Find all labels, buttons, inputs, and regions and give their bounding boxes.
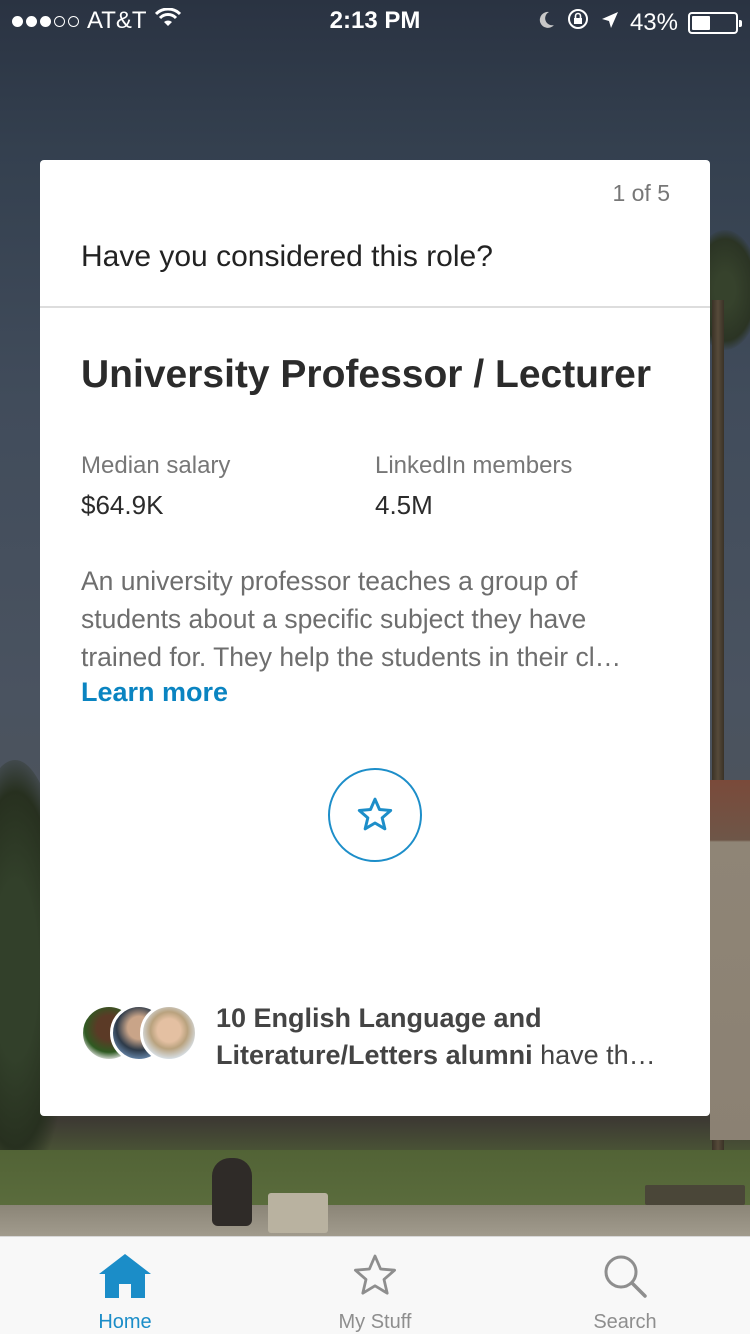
alumni-text: 10 English Language and Literature/Lette… <box>216 1000 686 1074</box>
alumni-insight[interactable]: 10 English Language and Literature/Lette… <box>80 998 686 1074</box>
linkedin-members-stat: LinkedIn members 4.5M <box>375 452 572 521</box>
tab-search[interactable]: Search <box>500 1237 750 1334</box>
alumni-bold-line1: 10 English Language and <box>216 1003 542 1033</box>
battery-icon <box>688 11 742 34</box>
tab-search-label: Search <box>593 1311 657 1333</box>
median-salary-label: Median salary <box>81 452 231 479</box>
description-line: trained for. They help the students in t… <box>81 642 622 672</box>
alumni-bold-line2: Literature/Letters alumni <box>216 1040 533 1070</box>
status-right: 43% <box>536 7 742 38</box>
alumni-avatars <box>80 1004 200 1066</box>
star-icon <box>357 797 393 831</box>
role-description: An university professor teaches a group … <box>81 562 671 676</box>
median-salary-value: $64.9K <box>81 490 164 520</box>
description-line: students about a specific subject they h… <box>81 604 587 634</box>
role-suggestion-card[interactable]: 1 of 5 Have you considered this role? Un… <box>40 160 710 1116</box>
location-arrow-icon <box>600 9 620 37</box>
home-icon <box>97 1251 153 1301</box>
card-prompt: Have you considered this role? <box>81 240 493 273</box>
seated-person <box>212 1158 252 1226</box>
wifi-icon <box>154 7 181 35</box>
tab-home-label: Home <box>98 1311 152 1333</box>
carrier-name: AT&T <box>87 7 147 34</box>
linkedin-members-label: LinkedIn members <box>375 452 573 479</box>
search-icon <box>601 1251 649 1301</box>
moon-icon <box>536 9 556 37</box>
status-bar: AT&T 2:13 PM 43% <box>0 0 750 40</box>
status-left: AT&T <box>12 7 181 35</box>
tab-my-stuff[interactable]: My Stuff <box>250 1237 500 1334</box>
card-counter: 1 of 5 <box>612 180 670 206</box>
tab-bar: Home My Stuff Search <box>0 1236 750 1334</box>
role-title: University Professor / Lecturer <box>81 353 652 396</box>
divider <box>40 306 710 308</box>
battery-percent: 43% <box>629 8 678 36</box>
bench <box>645 1185 745 1205</box>
linkedin-members-value: 4.5M <box>375 490 433 520</box>
description-line: An university professor teaches a group … <box>81 566 578 596</box>
signal-strength-icon <box>12 15 79 27</box>
tab-my-stuff-label: My Stuff <box>338 1311 412 1333</box>
save-role-button[interactable] <box>328 768 422 862</box>
avatar <box>140 1004 198 1062</box>
alumni-rest-text: have th… <box>532 1040 656 1070</box>
learn-more-link[interactable]: Learn more <box>81 677 228 708</box>
building-right <box>710 780 750 1140</box>
median-salary-stat: Median salary $64.9K <box>81 452 230 521</box>
trash-bin <box>268 1193 328 1233</box>
star-icon <box>351 1251 399 1301</box>
rotation-lock-icon <box>566 7 590 38</box>
tab-home[interactable]: Home <box>0 1237 250 1334</box>
walkway <box>0 1205 750 1236</box>
